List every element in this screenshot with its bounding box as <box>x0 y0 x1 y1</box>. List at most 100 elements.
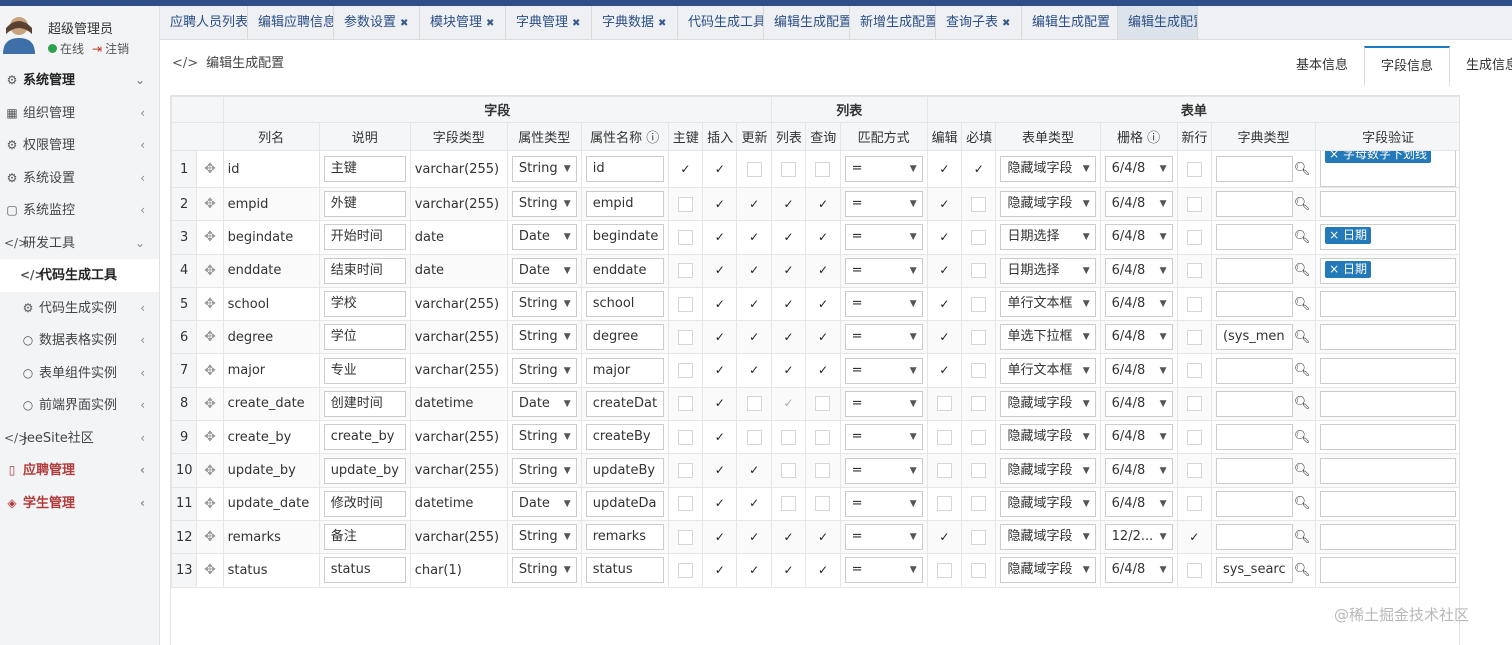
checkbox[interactable]: ✓ <box>747 197 762 212</box>
attr-type-select[interactable]: String ▼ <box>511 457 577 484</box>
drag-handle-icon[interactable]: ✥ <box>196 253 224 288</box>
search-icon[interactable]: 🔍︎ <box>1293 297 1311 312</box>
checkbox[interactable] <box>1186 496 1202 512</box>
tab-basic-info[interactable]: 基本信息 <box>1280 46 1364 86</box>
checkbox[interactable]: ✓ <box>781 263 796 278</box>
grid-select[interactable]: 6/4/8 ▼ <box>1104 257 1173 284</box>
checkbox[interactable] <box>971 296 987 312</box>
drag-handle-icon[interactable]: ✥ <box>196 420 224 455</box>
checkbox[interactable] <box>677 496 693 512</box>
match-select[interactable]: = ▼ <box>844 357 923 384</box>
checkbox[interactable] <box>677 196 693 212</box>
validation-input[interactable] <box>1320 424 1456 451</box>
dict-type-input[interactable] <box>1215 156 1294 182</box>
attr-name-input[interactable]: enddate <box>585 257 664 284</box>
drag-handle-icon[interactable]: ✥ <box>196 386 224 422</box>
attr-name-input[interactable]: id <box>585 156 664 182</box>
close-tab-icon[interactable]: ✖ <box>400 18 408 29</box>
grid-select[interactable]: 6/4/8 ▼ <box>1104 191 1173 218</box>
checkbox[interactable]: ✓ <box>937 530 952 545</box>
attr-name-input[interactable]: degree <box>585 324 664 351</box>
checkbox[interactable] <box>936 463 952 479</box>
attr-name-input[interactable]: createDat <box>585 390 664 417</box>
search-icon[interactable]: 🔍︎ <box>1293 463 1311 478</box>
dict-type-input[interactable] <box>1215 457 1294 484</box>
attr-type-select[interactable]: String ▼ <box>511 524 577 551</box>
checkbox[interactable]: ✓ <box>712 430 727 445</box>
match-select[interactable]: = ▼ <box>844 490 923 517</box>
checkbox[interactable] <box>746 161 762 177</box>
sidebar-item[interactable]: ○ 前端界面实例 ‹ <box>0 389 159 422</box>
drag-handle-icon[interactable]: ✥ <box>196 553 224 588</box>
grid-select[interactable]: 6/4/8 ▼ <box>1104 557 1173 584</box>
validation-input[interactable] <box>1320 390 1456 417</box>
checkbox[interactable]: ✓ <box>781 396 796 411</box>
checkbox[interactable] <box>1186 329 1202 345</box>
checkbox[interactable]: ✓ <box>712 197 727 212</box>
tab-8[interactable]: 编辑生成配置 <box>764 6 850 39</box>
comment-input[interactable]: status <box>323 557 406 584</box>
checkbox[interactable] <box>677 463 693 479</box>
checkbox[interactable]: ✓ <box>781 330 796 345</box>
match-select[interactable]: = ▼ <box>844 424 923 451</box>
search-icon[interactable]: 🔍︎ <box>1293 197 1311 212</box>
grid-select[interactable]: 6/4/8 ▼ <box>1104 156 1173 182</box>
sidebar-item[interactable]: ⚙ 代码生成实例 ‹ <box>0 292 159 325</box>
drag-handle-icon[interactable]: ✥ <box>196 320 224 355</box>
tag-remove-icon[interactable]: × <box>1329 152 1343 162</box>
checkbox[interactable] <box>971 263 987 279</box>
checkbox[interactable] <box>815 396 831 412</box>
checkbox[interactable]: ✓ <box>747 463 762 478</box>
checkbox[interactable] <box>1186 196 1202 212</box>
dict-type-input[interactable] <box>1215 524 1294 551</box>
checkbox[interactable]: ✓ <box>781 363 796 378</box>
form-type-select[interactable]: 单行文本框 ▼ <box>1000 357 1096 384</box>
checkbox[interactable] <box>971 329 987 345</box>
checkbox[interactable]: ✓ <box>781 230 796 245</box>
checkbox[interactable]: ✓ <box>747 496 762 511</box>
match-select[interactable]: = ▼ <box>844 257 923 284</box>
validation-tag[interactable]: × 字母数字下划线 <box>1325 151 1432 163</box>
checkbox[interactable] <box>971 496 987 512</box>
checkbox[interactable] <box>936 562 952 578</box>
checkbox[interactable] <box>971 363 987 379</box>
attr-name-input[interactable]: school <box>585 291 664 318</box>
sidebar-item[interactable]: ⚙ 系统设置 ‹ <box>0 162 159 195</box>
checkbox[interactable] <box>677 263 693 279</box>
dict-type-input[interactable]: sys_searc <box>1215 557 1294 584</box>
checkbox[interactable] <box>971 229 987 245</box>
avatar-icon[interactable] <box>2 14 36 54</box>
checkbox[interactable] <box>1186 463 1202 479</box>
form-type-select[interactable]: 日期选择 ▼ <box>1000 257 1096 284</box>
match-select[interactable]: = ▼ <box>844 291 923 318</box>
checkbox[interactable]: ✓ <box>815 297 830 312</box>
search-icon[interactable]: 🔍︎ <box>1293 496 1311 511</box>
checkbox[interactable]: ✓ <box>712 263 727 278</box>
tab-9[interactable]: 新增生成配置 <box>850 6 936 39</box>
drag-handle-icon[interactable]: ✥ <box>196 353 224 388</box>
form-type-select[interactable]: 隐藏域字段 ▼ <box>1000 524 1096 551</box>
checkbox[interactable] <box>971 396 987 412</box>
checkbox[interactable]: ✓ <box>747 230 762 245</box>
checkbox[interactable]: ✓ <box>712 162 727 177</box>
grid-select[interactable]: 6/4/8 ▼ <box>1104 324 1173 351</box>
attr-name-input[interactable]: status <box>585 557 664 584</box>
attr-type-select[interactable]: String ▼ <box>511 557 577 584</box>
checkbox[interactable] <box>746 429 762 445</box>
checkbox[interactable] <box>1186 263 1202 279</box>
checkbox[interactable] <box>1186 396 1202 412</box>
checkbox[interactable] <box>1186 296 1202 312</box>
tab-5[interactable]: 字典管理 ✖ <box>506 6 592 39</box>
attr-type-select[interactable]: String ▼ <box>511 424 577 451</box>
sidebar-item[interactable]: </>代码生成工具 <box>0 259 159 292</box>
checkbox[interactable]: ✓ <box>712 496 727 511</box>
drag-handle-icon[interactable]: ✥ <box>196 453 224 488</box>
checkbox[interactable] <box>815 463 831 479</box>
dict-type-input[interactable] <box>1215 224 1294 251</box>
checkbox[interactable]: ✓ <box>747 563 762 578</box>
form-type-select[interactable]: 隐藏域字段 ▼ <box>1000 424 1096 451</box>
dict-type-input[interactable]: (sys_men <box>1215 324 1294 351</box>
checkbox[interactable] <box>971 562 987 578</box>
comment-input[interactable]: 创建时间 <box>323 390 406 417</box>
close-tab-icon[interactable]: ✖ <box>572 18 580 29</box>
